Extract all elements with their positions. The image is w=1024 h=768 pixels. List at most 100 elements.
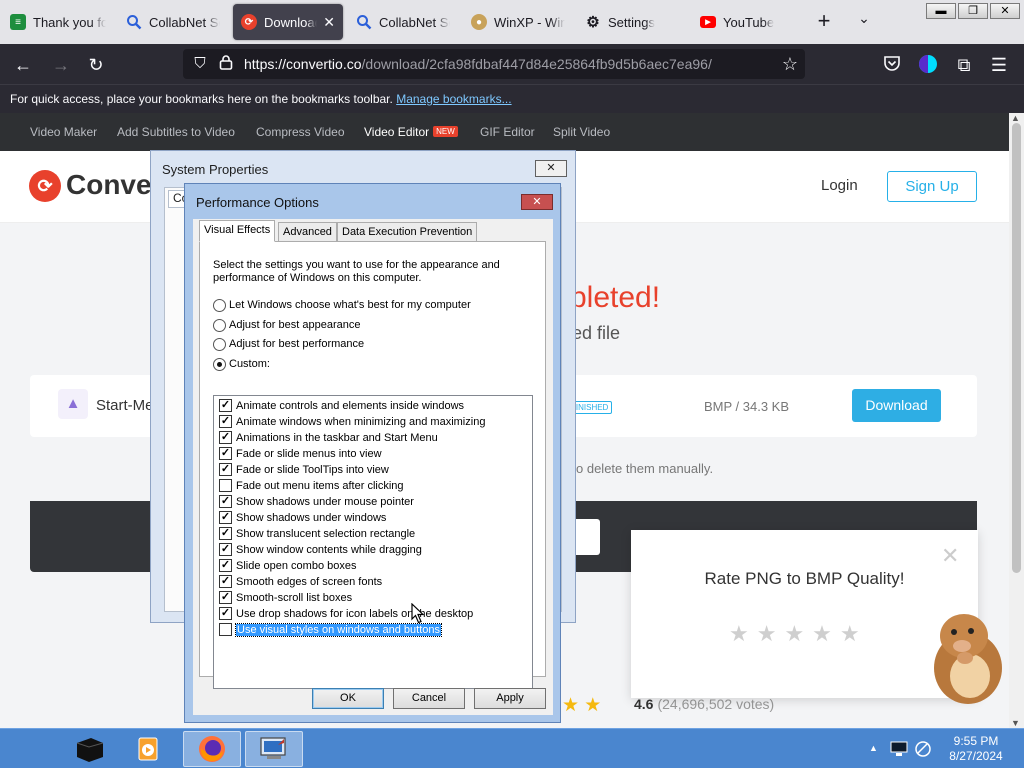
taskbar-firefox-button[interactable] bbox=[183, 731, 241, 767]
scroll-up-icon[interactable]: ▲ bbox=[1011, 113, 1020, 123]
taskbar-system-button[interactable] bbox=[245, 731, 303, 767]
cancel-button[interactable]: Cancel bbox=[393, 688, 465, 709]
nav-video-editor[interactable]: Video Editor NEW bbox=[364, 125, 458, 139]
scroll-down-icon[interactable]: ▼ bbox=[1011, 718, 1020, 728]
radio-button[interactable] bbox=[213, 318, 226, 332]
tab-thank-you[interactable]: ≡ Thank you for bbox=[2, 4, 114, 40]
radio-button-selected[interactable] bbox=[213, 357, 226, 371]
nav-split-video[interactable]: Split Video bbox=[553, 125, 610, 139]
extensions-icon[interactable]: ⧉ bbox=[953, 54, 975, 76]
tab-settings[interactable]: ⚙ Settings bbox=[577, 4, 689, 40]
checkbox[interactable]: ✓ bbox=[219, 463, 232, 476]
apply-button[interactable]: Apply bbox=[474, 688, 546, 709]
network-icon[interactable] bbox=[914, 740, 932, 758]
checkbox[interactable]: ✓ bbox=[219, 527, 232, 540]
tab-collabnet-1[interactable]: CollabNet Se bbox=[118, 4, 228, 40]
account-icon[interactable] bbox=[917, 54, 939, 76]
effect-fade-menus[interactable]: ✓ Fade or slide menus into view bbox=[219, 446, 382, 461]
tab-data-execution-prevention[interactable]: Data Execution Prevention bbox=[337, 222, 478, 242]
lock-icon[interactable] bbox=[215, 53, 237, 75]
checkbox[interactable]: ✓ bbox=[219, 495, 232, 508]
checkbox[interactable]: ✓ bbox=[219, 607, 232, 620]
reload-icon[interactable]: ↻ bbox=[85, 54, 107, 76]
nav-gif-editor[interactable]: GIF Editor bbox=[480, 125, 535, 139]
effect-taskbar-animations[interactable]: ✓ Animations in the taskbar and Start Men… bbox=[219, 430, 438, 445]
effect-smooth-fonts[interactable]: ✓ Smooth edges of screen fonts bbox=[219, 574, 382, 589]
maximize-button[interactable]: ❐ bbox=[958, 3, 988, 19]
effect-animate-windows[interactable]: ✓ Animate windows when minimizing and max… bbox=[219, 414, 485, 429]
checkbox[interactable]: ✓ bbox=[219, 543, 232, 556]
page-scrollbar[interactable]: ▲ ▼ bbox=[1009, 113, 1024, 728]
checkbox[interactable]: ✓ bbox=[219, 511, 232, 524]
scrollbar-thumb[interactable] bbox=[1012, 123, 1021, 573]
system-properties-close-button[interactable]: ✕ bbox=[535, 160, 567, 177]
effect-drop-shadows-icons[interactable]: ✓ Use drop shadows for icon labels on the… bbox=[219, 606, 473, 621]
tab-winxp[interactable]: ● WinXP - Win bbox=[463, 4, 573, 40]
checkbox[interactable]: ✓ bbox=[219, 415, 232, 428]
menu-icon[interactable]: ☰ bbox=[988, 54, 1010, 76]
minimize-button[interactable]: ▬ bbox=[926, 3, 956, 19]
tab-collabnet-2[interactable]: CollabNet Se bbox=[348, 4, 458, 40]
tab-download[interactable]: ⟳ Download ✕ bbox=[233, 4, 343, 40]
ok-button[interactable]: OK bbox=[312, 688, 384, 709]
effect-shadows-windows[interactable]: ✓ Show shadows under windows bbox=[219, 510, 386, 525]
nav-compress-video[interactable]: Compress Video bbox=[256, 125, 345, 139]
effect-visual-styles[interactable]: Use visual styles on windows and buttons bbox=[219, 622, 442, 637]
checkbox[interactable]: ✓ bbox=[219, 431, 232, 444]
url-bar[interactable]: ⛉ https://convertio.co/download/2cfa98fd… bbox=[183, 49, 805, 79]
effect-label-highlighted: Use visual styles on windows and buttons bbox=[235, 622, 442, 637]
convertio-logo-icon[interactable]: ⟳ bbox=[29, 170, 61, 202]
performance-options-close-button[interactable]: ✕ bbox=[521, 194, 553, 210]
back-arrow-icon[interactable]: ← bbox=[12, 54, 34, 76]
tray-expand-icon[interactable]: ▲ bbox=[869, 743, 878, 753]
radio-best-performance[interactable]: Adjust for best performance bbox=[213, 337, 364, 351]
tab-list-button[interactable]: ⌄ bbox=[852, 10, 876, 34]
close-icon[interactable]: ✕ bbox=[941, 543, 959, 569]
radio-custom[interactable]: Custom: bbox=[213, 357, 270, 371]
effect-fade-out-menu-items[interactable]: Fade out menu items after clicking bbox=[219, 478, 404, 493]
effect-animate-controls[interactable]: ✓ Animate controls and elements inside wi… bbox=[219, 398, 464, 413]
signup-button[interactable]: Sign Up bbox=[887, 171, 977, 202]
taskbar-clock[interactable]: 9:55 PM 8/27/2024 bbox=[940, 734, 1012, 764]
effect-translucent-selection[interactable]: ✓ Show translucent selection rectangle bbox=[219, 526, 415, 541]
url-path: /download/2cfa98fdbaf447d84e25864fb9d5b6… bbox=[361, 56, 712, 72]
effect-shadows-pointer[interactable]: ✓ Show shadows under mouse pointer bbox=[219, 494, 414, 509]
url-text[interactable]: https://convertio.co/download/2cfa98fdba… bbox=[244, 56, 712, 72]
tab-advanced[interactable]: Advanced bbox=[278, 222, 337, 242]
shield-icon[interactable]: ⛉ bbox=[189, 53, 211, 75]
nav-add-subtitles[interactable]: Add Subtitles to Video bbox=[117, 125, 235, 139]
taskbar-media-button[interactable] bbox=[120, 731, 178, 767]
taskbar-explorer-button[interactable] bbox=[60, 731, 118, 767]
effect-fade-tooltips[interactable]: ✓ Fade or slide ToolTips into view bbox=[219, 462, 389, 477]
rate-stars[interactable]: ★★★★★ bbox=[729, 621, 868, 647]
checkbox[interactable]: ✓ bbox=[219, 447, 232, 460]
close-tab-icon[interactable]: ✕ bbox=[323, 14, 335, 31]
radio-let-windows-choose[interactable]: Let Windows choose what's best for my co… bbox=[213, 298, 471, 312]
close-window-button[interactable]: ✕ bbox=[990, 3, 1020, 19]
tab-youtube[interactable]: ▶ YouTube bbox=[692, 4, 804, 40]
checkbox[interactable]: ✓ bbox=[219, 591, 232, 604]
nav-video-maker[interactable]: Video Maker bbox=[30, 125, 97, 139]
effect-window-contents-dragging[interactable]: ✓ Show window contents while dragging bbox=[219, 542, 422, 557]
login-link[interactable]: Login bbox=[821, 177, 858, 194]
download-button[interactable]: Download bbox=[852, 389, 941, 422]
checkbox[interactable]: ✓ bbox=[219, 399, 232, 412]
effects-list[interactable]: ✓ Animate controls and elements inside wi… bbox=[213, 395, 533, 689]
tab-visual-effects[interactable]: Visual Effects bbox=[199, 220, 276, 242]
radio-button[interactable] bbox=[213, 337, 226, 351]
effect-slide-combo-boxes[interactable]: ✓ Slide open combo boxes bbox=[219, 558, 356, 573]
checkbox[interactable]: ✓ bbox=[219, 575, 232, 588]
radio-best-appearance[interactable]: Adjust for best appearance bbox=[213, 318, 360, 332]
manage-bookmarks-link[interactable]: Manage bookmarks... bbox=[396, 92, 511, 106]
display-icon[interactable] bbox=[890, 741, 908, 757]
new-tab-button[interactable]: + bbox=[812, 8, 836, 36]
pocket-icon[interactable] bbox=[881, 54, 903, 76]
file-name: Start-Me bbox=[96, 397, 154, 414]
checkbox[interactable] bbox=[219, 623, 232, 636]
effect-smooth-scroll[interactable]: ✓ Smooth-scroll list boxes bbox=[219, 590, 352, 605]
checkbox[interactable]: ✓ bbox=[219, 559, 232, 572]
checkbox[interactable] bbox=[219, 479, 232, 492]
bookmark-star-icon[interactable]: ☆ bbox=[779, 53, 801, 75]
forward-arrow-icon[interactable]: → bbox=[50, 54, 72, 76]
radio-button[interactable] bbox=[213, 298, 226, 312]
